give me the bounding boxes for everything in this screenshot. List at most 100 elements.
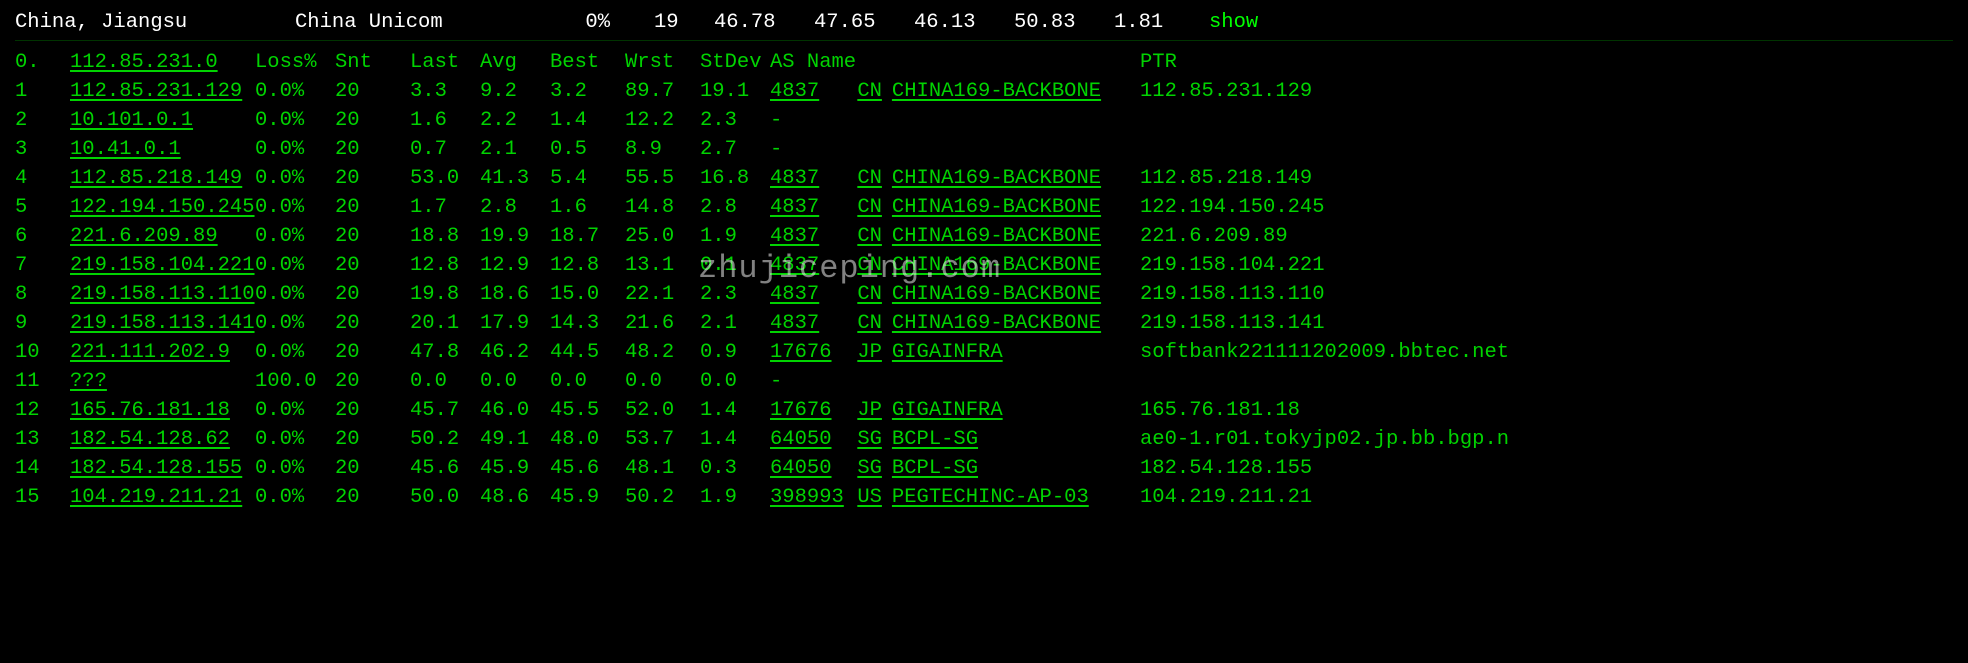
hop-ip[interactable]: 221.111.202.9 (70, 338, 255, 367)
hop-avg: 2.2 (480, 106, 550, 135)
mtr-header-row: 0. 112.85.231.0 Loss% Snt Last Avg Best … (15, 48, 1968, 77)
hop-loss: 0.0% (255, 222, 335, 251)
hop-asn[interactable]: 4837 (770, 280, 845, 309)
hop-ptr: 219.158.113.141 (1140, 309, 1325, 338)
hop-avg: 2.8 (480, 193, 550, 222)
hop-last: 45.7 (410, 396, 480, 425)
hop-as[interactable]: 64050 SG BCPL-SG (770, 425, 1140, 454)
hop-cc[interactable]: CN (857, 283, 882, 306)
hop-avg: 19.9 (480, 222, 550, 251)
hop-asname[interactable]: GIGAINFRA (892, 399, 1003, 422)
hop-ip[interactable]: 122.194.150.245 (70, 193, 255, 222)
hop-best: 44.5 (550, 338, 625, 367)
hop-wrst: 8.9 (625, 135, 700, 164)
hop-cc[interactable]: JP (857, 399, 882, 422)
hop-asname[interactable]: BCPL-SG (892, 428, 978, 451)
hop-ip[interactable]: 219.158.113.110 (70, 280, 255, 309)
hop-ip[interactable]: 104.219.211.21 (70, 483, 255, 512)
hop-asname[interactable]: CHINA169-BACKBONE (892, 283, 1101, 306)
hop-asname[interactable]: CHINA169-BACKBONE (892, 80, 1101, 103)
hop-loss: 100.0 (255, 367, 335, 396)
hop-ip[interactable]: 112.85.231.129 (70, 77, 255, 106)
hop-ip[interactable]: 112.85.218.149 (70, 164, 255, 193)
hop-asn[interactable]: 4837 (770, 164, 845, 193)
hop-asn[interactable]: 398993 (770, 483, 845, 512)
hop-best: 45.5 (550, 396, 625, 425)
hop-cc[interactable]: SG (857, 457, 882, 480)
mtr-hop-row: 10221.111.202.90.0%2047.846.244.548.20.9… (15, 338, 1968, 367)
hop-asn[interactable]: 17676 (770, 338, 845, 367)
hop-loss: 0.0% (255, 396, 335, 425)
hop-cc[interactable]: JP (857, 341, 882, 364)
hop-asn[interactable]: 64050 (770, 454, 845, 483)
hop-asname[interactable]: CHINA169-BACKBONE (892, 225, 1101, 248)
hop-avg: 2.1 (480, 135, 550, 164)
hop-last: 3.3 (410, 77, 480, 106)
hop-asname[interactable]: BCPL-SG (892, 457, 978, 480)
hop-asn[interactable]: 4837 (770, 222, 845, 251)
hop-cc[interactable]: CN (857, 225, 882, 248)
hop-wrst: 14.8 (625, 193, 700, 222)
hop-best: 14.3 (550, 309, 625, 338)
hop-ip[interactable]: 10.41.0.1 (70, 135, 255, 164)
hop-ip[interactable]: ??? (70, 367, 255, 396)
hop-as[interactable]: 4837 CN CHINA169-BACKBONE (770, 77, 1140, 106)
hop-cc[interactable]: CN (857, 312, 882, 335)
hop-idx: 1 (15, 77, 70, 106)
hop-asname[interactable]: CHINA169-BACKBONE (892, 312, 1101, 335)
hop-as[interactable]: 17676 JP GIGAINFRA (770, 396, 1140, 425)
hop-ip[interactable]: 10.101.0.1 (70, 106, 255, 135)
hop-ip[interactable]: 165.76.181.18 (70, 396, 255, 425)
hop-stdev: 1.4 (700, 396, 770, 425)
hop-cc[interactable]: CN (857, 196, 882, 219)
hop-last: 45.6 (410, 454, 480, 483)
hop-asn[interactable]: 4837 (770, 309, 845, 338)
hop-asn[interactable]: 4837 (770, 251, 845, 280)
hop-as[interactable]: 398993 US PEGTECHINC-AP-03 (770, 483, 1140, 512)
hop-cc[interactable]: CN (857, 254, 882, 277)
hop-as[interactable]: 64050 SG BCPL-SG (770, 454, 1140, 483)
summary-v5: 1.81 (1114, 8, 1209, 40)
hop-asn[interactable]: 17676 (770, 396, 845, 425)
hop-loss: 0.0% (255, 77, 335, 106)
hop-idx: 4 (15, 164, 70, 193)
hop-as[interactable]: 4837 CN CHINA169-BACKBONE (770, 280, 1140, 309)
hop-as[interactable]: 4837 CN CHINA169-BACKBONE (770, 222, 1140, 251)
mtr-hop-row: 210.101.0.10.0%201.62.21.412.22.3- (15, 106, 1968, 135)
hop-as[interactable]: 17676 JP GIGAINFRA (770, 338, 1140, 367)
hop-wrst: 48.1 (625, 454, 700, 483)
hop-ip[interactable]: 182.54.128.62 (70, 425, 255, 454)
hop-asname[interactable]: CHINA169-BACKBONE (892, 167, 1101, 190)
hop-as[interactable]: 4837 CN CHINA169-BACKBONE (770, 309, 1140, 338)
hop-asname[interactable]: CHINA169-BACKBONE (892, 196, 1101, 219)
hop-asn[interactable]: 4837 (770, 193, 845, 222)
hop-best: 15.0 (550, 280, 625, 309)
hop-cc[interactable]: US (857, 486, 882, 509)
hop-avg: 46.2 (480, 338, 550, 367)
hop-avg: 9.2 (480, 77, 550, 106)
hop-stdev: 1.9 (700, 222, 770, 251)
hop-asname[interactable]: CHINA169-BACKBONE (892, 254, 1101, 277)
hop-as[interactable]: 4837 CN CHINA169-BACKBONE (770, 193, 1140, 222)
hop-cc[interactable]: SG (857, 428, 882, 451)
hop-last: 20.1 (410, 309, 480, 338)
hop-as[interactable]: 4837 CN CHINA169-BACKBONE (770, 164, 1140, 193)
hop-cc[interactable]: CN (857, 167, 882, 190)
hop-ip[interactable]: 221.6.209.89 (70, 222, 255, 251)
hop-avg: 12.9 (480, 251, 550, 280)
hop-cc[interactable]: CN (857, 80, 882, 103)
show-link[interactable]: show (1209, 8, 1258, 40)
hop-ptr: 219.158.104.221 (1140, 251, 1325, 280)
hop-avg: 41.3 (480, 164, 550, 193)
hop-asname[interactable]: GIGAINFRA (892, 341, 1003, 364)
hop-ip[interactable]: 219.158.113.141 (70, 309, 255, 338)
hdr-ip[interactable]: 112.85.231.0 (70, 48, 255, 77)
hop-snt: 20 (335, 483, 410, 512)
hop-asname[interactable]: PEGTECHINC-AP-03 (892, 486, 1089, 509)
hop-ip[interactable]: 219.158.104.221 (70, 251, 255, 280)
hop-asn[interactable]: 4837 (770, 77, 845, 106)
hop-as[interactable]: 4837 CN CHINA169-BACKBONE (770, 251, 1140, 280)
hop-ip[interactable]: 182.54.128.155 (70, 454, 255, 483)
hop-last: 50.2 (410, 425, 480, 454)
hop-asn[interactable]: 64050 (770, 425, 845, 454)
